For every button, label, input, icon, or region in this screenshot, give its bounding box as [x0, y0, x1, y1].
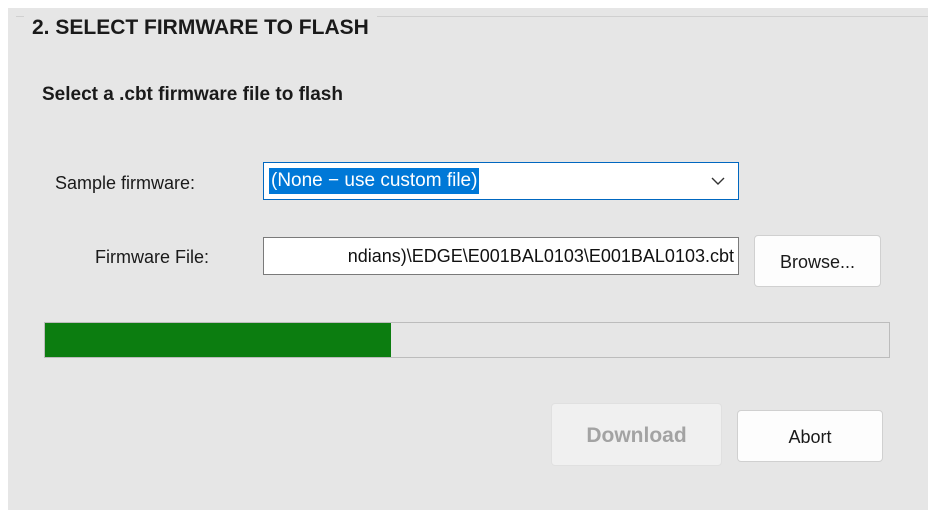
abort-button[interactable]: Abort [737, 410, 883, 462]
progress-bar [44, 322, 890, 358]
browse-button[interactable]: Browse... [754, 235, 881, 287]
progress-fill [45, 323, 391, 357]
firmware-file-value: ndians)\EDGE\E001BAL0103\E001BAL0103.cbt [347, 246, 734, 266]
sample-firmware-label: Sample firmware: [55, 173, 196, 193]
firmware-file-label: Firmware File: [95, 247, 210, 267]
sample-firmware-selected: (None − use custom file) [269, 168, 480, 194]
firmware-file-input[interactable]: ndians)\EDGE\E001BAL0103\E001BAL0103.cbt [263, 237, 739, 275]
chevron-down-icon[interactable] [710, 173, 726, 189]
group-title: 2. SELECT FIRMWARE TO FLASH [24, 14, 377, 42]
sample-firmware-dropdown[interactable]: (None − use custom file) [263, 162, 739, 200]
subheading: Select a .cbt firmware file to flash [42, 84, 343, 105]
download-button[interactable]: Download [551, 403, 722, 466]
